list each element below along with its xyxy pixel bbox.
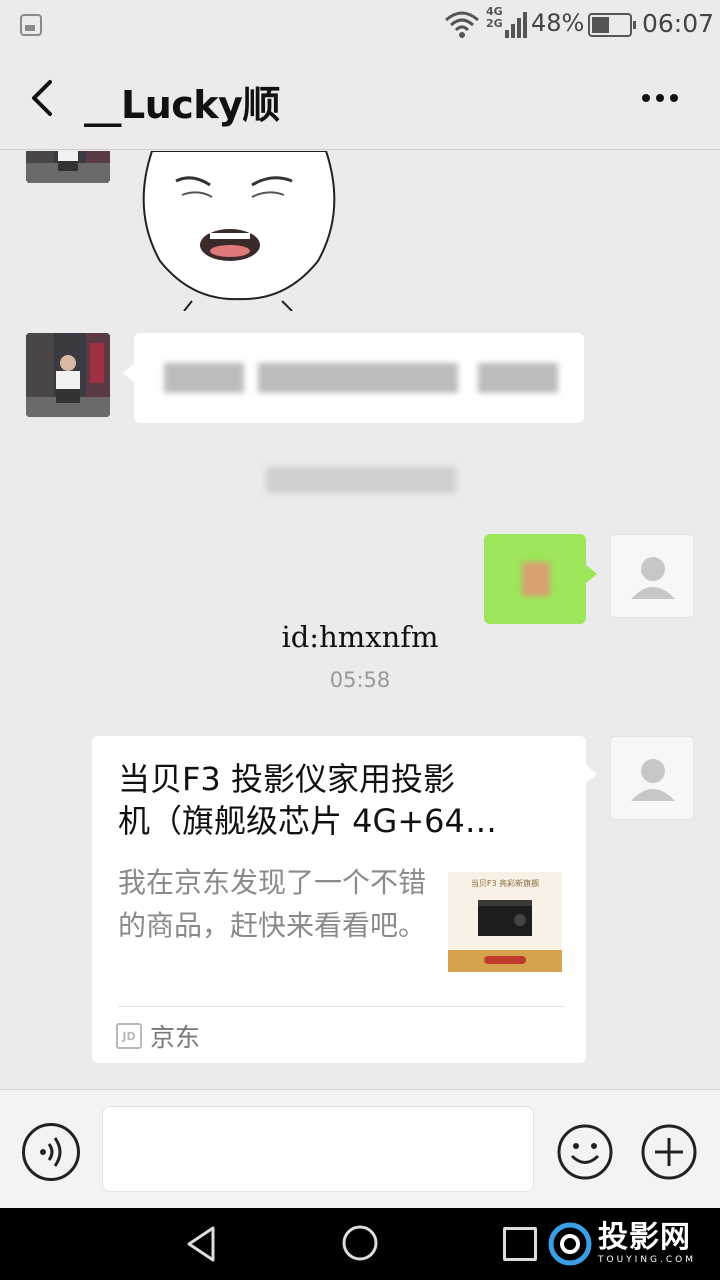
signal-icon <box>505 12 527 38</box>
my-avatar[interactable] <box>610 534 694 618</box>
outgoing-message-bubble[interactable] <box>484 534 597 624</box>
wifi-icon <box>445 11 479 38</box>
contact-avatar[interactable] <box>26 333 110 417</box>
blurred-text <box>164 363 244 393</box>
chat-title: __Lucky顺 <box>84 83 280 127</box>
blurred-text <box>258 363 458 393</box>
overlay-id-text: id:hmxnfm <box>281 620 439 654</box>
sticker-image[interactable] <box>132 151 346 311</box>
nav-home-icon[interactable] <box>340 1223 380 1263</box>
battery-icon <box>588 13 636 37</box>
message-timestamp: 05:58 <box>329 668 391 692</box>
shared-product-card[interactable]: 当贝F3 投影仪家用投影 机（旗舰级芯片 4G+64… 我在京东发现了一个不错的… <box>92 736 597 1063</box>
contact-avatar[interactable] <box>26 151 110 183</box>
message-input[interactable] <box>102 1106 534 1192</box>
my-avatar[interactable] <box>610 736 694 820</box>
source-label: 京东 <box>150 1023 201 1052</box>
status-bar: 4G 2G 48% 06:07 <box>0 0 720 50</box>
incoming-message-bubble[interactable] <box>123 333 584 423</box>
product-thumbnail[interactable]: 当贝F3 亮彩新旗舰 <box>448 872 562 972</box>
watermark-logo-icon <box>548 1222 592 1266</box>
battery-percent: 48% <box>531 9 585 37</box>
status-clock: 06:07 <box>642 9 715 38</box>
system-nav-bar: 投影网 TOUYING.COM <box>0 1208 720 1280</box>
card-source: JD 京东 <box>116 1018 200 1054</box>
nav-back-icon[interactable] <box>181 1222 221 1266</box>
back-arrow-icon[interactable] <box>24 76 64 120</box>
nav-recent-icon[interactable] <box>503 1227 537 1261</box>
card-description: 我在京东发现了一个不错的商品，赶快来看看吧。 <box>118 866 427 942</box>
jd-logo-icon: JD <box>116 1023 142 1049</box>
voice-icon <box>40 1137 62 1167</box>
voice-input-button[interactable] <box>22 1123 80 1181</box>
card-title: 当贝F3 投影仪家用投影 机（旗舰级芯片 4G+64… <box>118 760 497 840</box>
blurred-timestamp <box>266 467 456 493</box>
gallery-icon <box>20 14 42 36</box>
card-divider <box>118 1006 564 1007</box>
watermark-text: 投影网 <box>598 1220 691 1255</box>
chat-message-list[interactable]: id:hmxnfm 05:58 当贝F3 投影仪家用投影 机（旗舰级芯片 4G+… <box>0 151 720 1089</box>
more-dots-icon[interactable] <box>636 78 684 118</box>
network-type-label: 4G 2G <box>486 5 503 30</box>
plus-icon[interactable] <box>640 1123 698 1181</box>
blurred-emoji <box>522 562 550 596</box>
watermark-subtext: TOUYING.COM <box>598 1255 697 1265</box>
emoji-icon[interactable] <box>556 1123 614 1181</box>
blurred-text <box>478 363 558 393</box>
input-bar <box>0 1089 720 1208</box>
site-watermark: 投影网 TOUYING.COM <box>548 1216 718 1272</box>
chat-header: __Lucky顺 <box>0 50 720 150</box>
thumbnail-caption: 当贝F3 亮彩新旗舰 <box>471 878 539 888</box>
